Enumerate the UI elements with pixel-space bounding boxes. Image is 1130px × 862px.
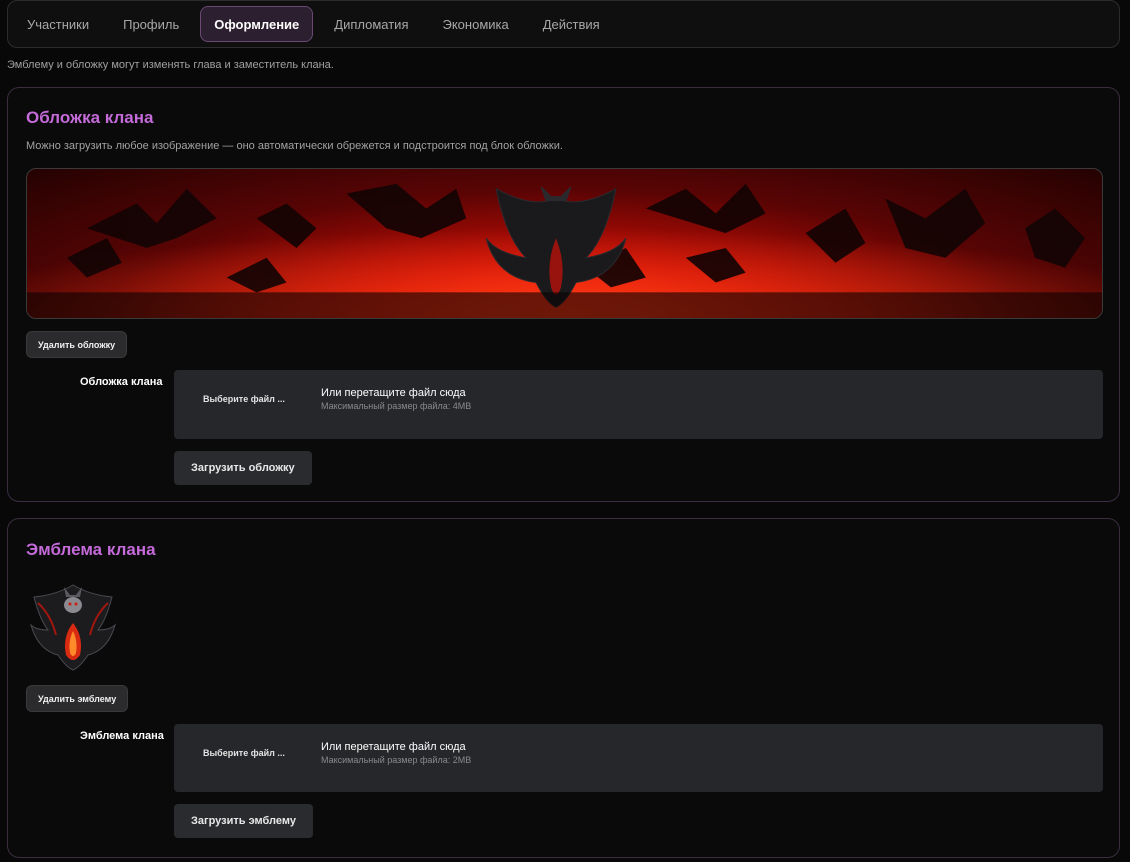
upload-cover-button[interactable]: Загрузить обложку [174, 451, 312, 485]
demon-ravens-banner-icon [27, 169, 1102, 318]
emblem-image [26, 575, 121, 673]
delete-emblem-button[interactable]: Удалить эмблему [26, 685, 129, 712]
cover-panel: Обложка клана Можно загрузить любое изоб… [7, 87, 1120, 502]
delete-cover-button[interactable]: Удалить обложку [26, 331, 128, 358]
cover-max-size: Максимальный размер файла: 4MB [321, 401, 472, 411]
winged-demon-emblem-icon [30, 584, 116, 671]
tab-bar: Участники Профиль Оформление Дипломатия … [7, 0, 1120, 48]
upload-emblem-button[interactable]: Загрузить эмблему [174, 804, 313, 838]
emblem-dropzone[interactable]: Выберите файл ... Или перетащите файл сю… [174, 724, 1103, 792]
cover-dropzone[interactable]: Выберите файл ... Или перетащите файл сю… [174, 370, 1103, 439]
emblem-title: Эмблема клана [26, 540, 156, 559]
tab-actions[interactable]: Действия [530, 6, 613, 42]
emblem-drop-hint: Или перетащите файл сюда [321, 741, 466, 753]
emblem-field-label: Эмблема клана [80, 730, 164, 742]
cover-drop-hint: Или перетащите файл сюда [321, 387, 466, 399]
tab-diplomacy[interactable]: Дипломатия [321, 6, 421, 42]
tab-members[interactable]: Участники [14, 6, 102, 42]
cover-title: Обложка клана [26, 108, 154, 127]
cover-choose-file-button[interactable]: Выберите файл ... [203, 394, 285, 404]
permission-notice: Эмблему и обложку могут изменять глава и… [7, 59, 334, 71]
cover-image [26, 168, 1103, 319]
cover-description: Можно загрузить любое изображение — оно … [26, 140, 563, 152]
emblem-choose-file-button[interactable]: Выберите файл ... [203, 748, 285, 758]
tab-profile[interactable]: Профиль [110, 6, 192, 42]
emblem-panel: Эмблема клана Удалить эмблему Эмблема кл… [7, 518, 1120, 858]
emblem-max-size: Максимальный размер файла: 2MB [321, 755, 472, 765]
cover-field-label: Обложка клана [80, 376, 163, 388]
tab-economy[interactable]: Экономика [430, 6, 522, 42]
tab-design[interactable]: Оформление [200, 6, 314, 42]
